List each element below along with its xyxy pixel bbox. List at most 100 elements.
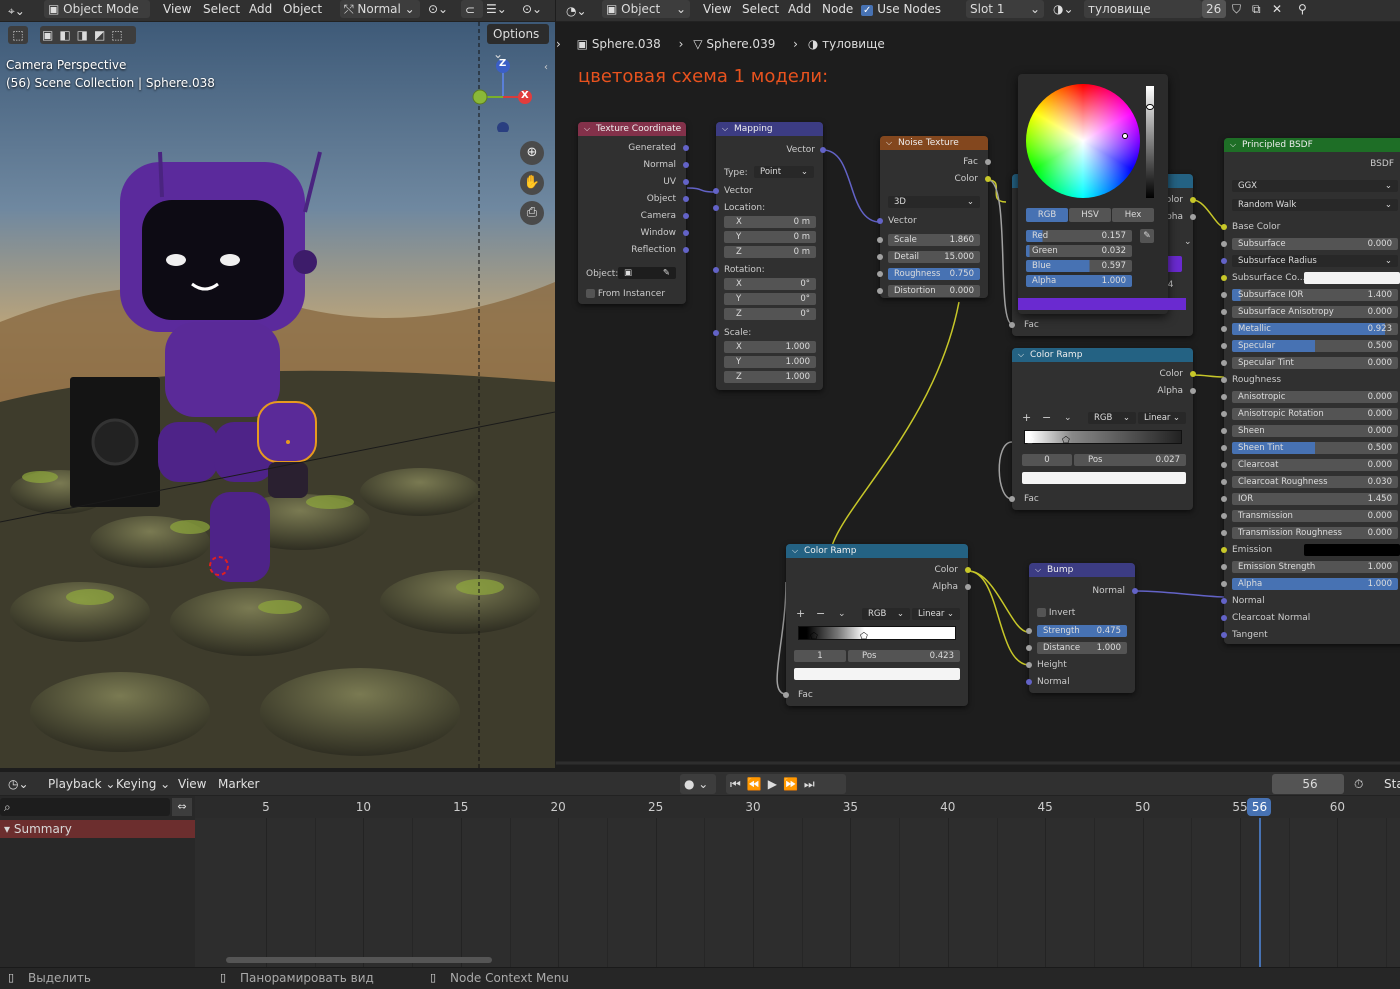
bump-invert-checkbox[interactable]: Invert (1037, 607, 1075, 619)
bsdf-specular[interactable]: Specular 0.500 (1232, 340, 1398, 352)
ramp1-gradient-bar[interactable] (1024, 430, 1182, 444)
socket[interactable] (1026, 628, 1032, 634)
bsdf-metallic[interactable]: Metallic 0.923 (1232, 323, 1398, 335)
socket[interactable] (1221, 564, 1227, 570)
bsdf-sss-method-dropdown[interactable]: Random Walk ⌄ (1232, 199, 1398, 211)
pivot-icon[interactable]: ⊙⌄ (428, 0, 448, 18)
menu-node-select[interactable]: Select (742, 0, 779, 18)
bsdf-sheen-tint[interactable]: Sheen Tint 0.500 (1232, 442, 1398, 454)
bsdf-anisotropic-rotation[interactable]: Anisotropic Rotation 0.000 (1232, 408, 1398, 420)
user-count[interactable]: 26 (1202, 0, 1226, 18)
mapping-scl-z[interactable]: Z 1.000 (724, 371, 816, 383)
ramp2-color-mode-dropdown[interactable]: RGB ⌄ (862, 608, 910, 620)
menu-node-view[interactable]: View (703, 0, 731, 18)
ramp1-stop-marker[interactable]: ⬠ (1026, 436, 1034, 446)
socket[interactable] (1221, 241, 1227, 247)
socket[interactable] (683, 179, 689, 185)
bsdf-subsurface-ior[interactable]: Subsurface IOR 1.400 (1232, 289, 1398, 301)
bsdf-subsurface-anisotropy[interactable]: Subsurface Anisotropy 0.000 (1232, 306, 1398, 318)
object-dropdown[interactable]: ▣ Object ⌄ (602, 0, 690, 18)
menu-object[interactable]: Object (283, 0, 322, 18)
ramp2-pos-field[interactable]: Pos 0.423 (848, 650, 960, 662)
from-instancer-checkbox[interactable]: From Instancer (586, 288, 665, 300)
menu-playback[interactable]: Playback ⌄ (48, 775, 115, 793)
ramp2-stop-marker[interactable]: ⬠ (810, 632, 818, 642)
timeline[interactable]: ⌕ ⇔ ▾ Summary 5 10 15 20 25 30 35 40 45 50 55 60 56 (0, 796, 1400, 967)
select-box-icon[interactable]: ▣◧◨◩⬚ (40, 26, 136, 44)
socket[interactable] (877, 254, 883, 260)
picker-tab-hsv[interactable]: HSV (1069, 208, 1111, 222)
pin-icon[interactable]: ⚲ (1298, 0, 1307, 18)
ramp2-add-stop-button[interactable]: + (796, 608, 805, 620)
playhead-line[interactable] (1259, 818, 1262, 967)
bsdf-subsurface-radius[interactable]: Subsurface Radius ⌄ (1232, 255, 1398, 267)
snap-icon[interactable]: ⊂ (461, 0, 483, 18)
color-picker-popup[interactable]: ✎ RGB HSV Hex Red 0.157 Green 0.032 Blue 0.597 Al… (1018, 74, 1186, 314)
node-noise-texture[interactable]: Noise Texture Fac Color 3D⌄ Vector Scale… (877, 136, 991, 298)
socket[interactable] (1221, 496, 1227, 502)
orientation-dropdown[interactable]: ⤲ Normal ⌄ (340, 0, 420, 18)
snap-target-icon[interactable]: ☰⌄ (486, 0, 507, 18)
3d-viewport[interactable]: Camera Perspective (56) Scene Collection… (0, 22, 555, 768)
menu-select[interactable]: Select (203, 0, 240, 18)
ramp2-stop-color-swatch[interactable] (794, 668, 960, 680)
slot-dropdown[interactable]: Slot 1 ⌄ (966, 0, 1044, 18)
picker-channel-green[interactable]: Green 0.032 (1026, 245, 1132, 257)
noise-dimension-dropdown[interactable]: 3D ⌄ (888, 196, 980, 208)
search-field[interactable]: ⌕ (0, 798, 170, 816)
ramp1-remove-stop-button[interactable]: − (1042, 412, 1051, 424)
ramp1-stop-marker[interactable]: ⬠ (1062, 436, 1070, 446)
duplicate-icon[interactable]: ⧉ (1252, 0, 1261, 18)
mapping-loc-y[interactable]: Y 0 m (724, 231, 816, 243)
socket[interactable] (1221, 479, 1227, 485)
node-header-mapping[interactable]: Mapping (716, 122, 823, 136)
node-header-texcoord[interactable]: Texture Coordinate (578, 122, 686, 136)
socket[interactable] (1221, 598, 1227, 604)
nav-gizmo[interactable]: Z X (472, 52, 548, 134)
subsurface-color-swatch[interactable] (1304, 272, 1400, 284)
socket[interactable] (1221, 547, 1227, 553)
socket[interactable] (1221, 377, 1227, 383)
bsdf-specular-tint[interactable]: Specular Tint 0.000 (1232, 357, 1398, 369)
socket[interactable] (1221, 343, 1227, 349)
socket[interactable] (1221, 581, 1227, 587)
menu-node-add[interactable]: Add (788, 0, 811, 18)
socket[interactable] (877, 237, 883, 243)
color-wheel-cursor[interactable] (1122, 133, 1128, 139)
socket[interactable] (877, 288, 883, 294)
socket[interactable] (1221, 615, 1227, 621)
eyedropper-icon[interactable]: ✎ (1140, 229, 1154, 243)
ramp2-menu-icon[interactable]: ⌄ (838, 608, 846, 620)
bsdf-emission-strength[interactable]: Emission Strength 1.000 (1232, 561, 1398, 573)
picker-channel-blue[interactable]: Blue 0.597 (1026, 260, 1132, 272)
unlink-close-icon[interactable]: ✕ (1272, 0, 1282, 18)
picker-channel-alpha[interactable]: Alpha 1.000 (1026, 275, 1132, 287)
socket[interactable] (683, 196, 689, 202)
picker-channel-red[interactable]: Red 0.157 (1026, 230, 1132, 242)
noise-field-detail[interactable]: Detail 15.000 (888, 251, 980, 263)
start-frame-cut[interactable]: Sta (1384, 775, 1400, 793)
node-bump[interactable]: Bump Normal Invert Height Normal Strengt… (1026, 563, 1138, 693)
mapping-loc-z[interactable]: Z 0 m (724, 246, 816, 258)
value-slider-handle[interactable] (1146, 104, 1154, 110)
ramp1-stop-index[interactable]: 0 (1022, 454, 1072, 466)
bump-field-strength[interactable]: Strength 0.475 (1037, 625, 1127, 637)
node-header-bump[interactable]: Bump (1029, 563, 1135, 577)
node-header-ramp2[interactable]: Color Ramp (786, 544, 968, 558)
editor-type-icon[interactable]: ⌖⌄ (8, 2, 25, 20)
socket[interactable] (1221, 326, 1227, 332)
mapping-scl-x[interactable]: X 1.000 (724, 341, 816, 353)
zoom-icon[interactable]: ⊕ (520, 141, 544, 165)
socket[interactable] (683, 230, 689, 236)
use-nodes-checkbox[interactable]: ✓ Use Nodes (861, 0, 941, 18)
playhead-frame-badge[interactable]: 56 (1247, 798, 1272, 816)
node-mapping[interactable]: Mapping Vector Type: Point ⌄ Vector Loca… (713, 122, 826, 390)
jump-start-button[interactable]: ⏮⏪▶⏩⏭ (726, 774, 846, 794)
noise-field-distortion[interactable]: Distortion 0.000 (888, 285, 980, 297)
menu-keying[interactable]: Keying ⌄ (116, 775, 170, 793)
ramp1-color-mode-dropdown[interactable]: RGB ⌄ (1088, 412, 1136, 424)
swap-icon[interactable]: ⇔ (172, 798, 192, 816)
node-header-bsdf[interactable]: Principled BSDF (1224, 138, 1400, 152)
node-color-ramp-1[interactable]: Color Ramp Color Alpha + − ⌄ RGB⌄ Linear… (1009, 348, 1196, 510)
record-button[interactable]: ● ⌄ (680, 774, 716, 794)
